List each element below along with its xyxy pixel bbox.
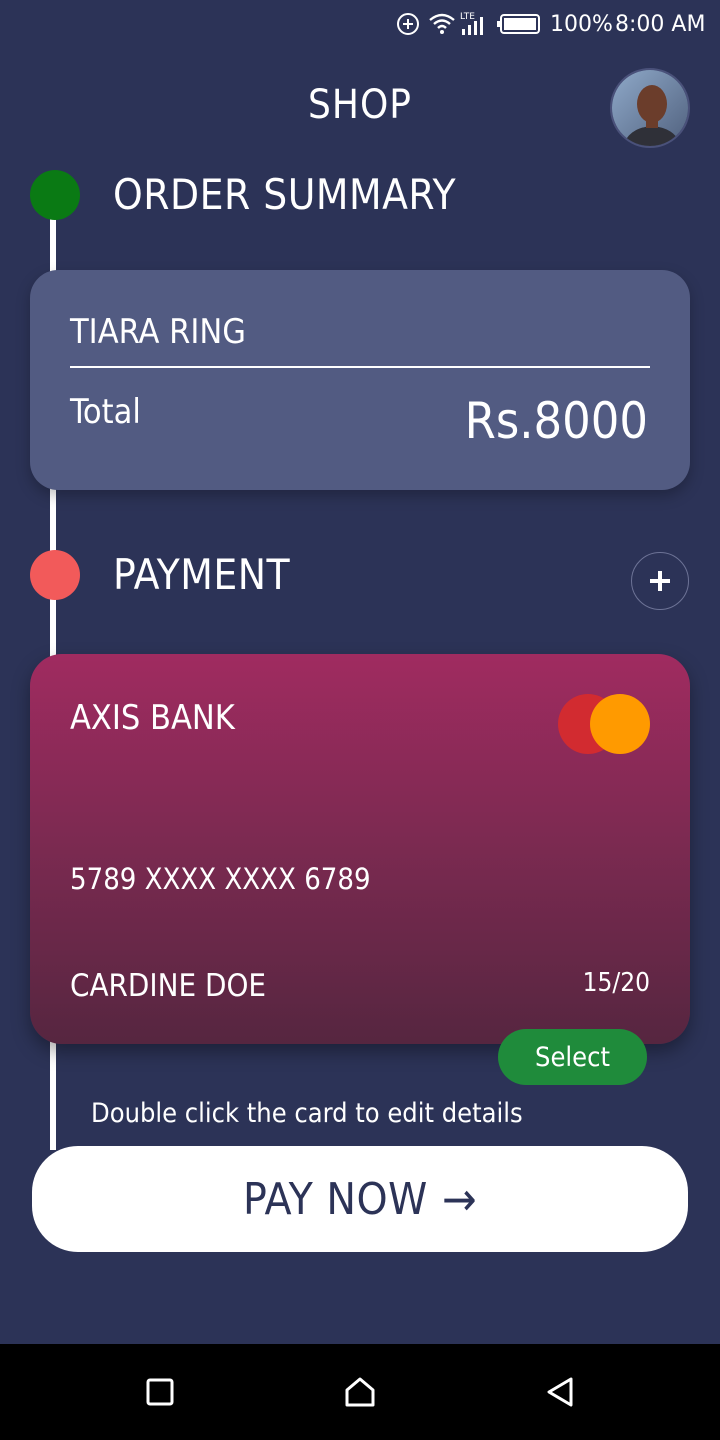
battery-icon [496, 10, 542, 38]
add-card-button[interactable] [631, 552, 689, 610]
order-summary-title: ORDER SUMMARY [113, 170, 457, 219]
clock: 8:00 AM [615, 11, 706, 37]
divider [70, 366, 650, 368]
pay-now-label: PAY NOW [242, 1173, 428, 1225]
select-card-button[interactable]: Select [498, 1029, 647, 1085]
payment-card[interactable]: AXIS BANK 5789 XXXX XXXX 6789 CARDINE DO… [30, 654, 690, 1044]
total-label: Total [70, 392, 141, 432]
timeline-line [50, 1040, 56, 1150]
user-avatar[interactable] [610, 68, 690, 148]
card-expiry: 15/20 [582, 968, 650, 998]
recents-square-icon[interactable] [140, 1372, 180, 1412]
pay-now-button[interactable]: PAY NOW → [32, 1146, 688, 1252]
edit-hint: Double click the card to edit details [91, 1098, 523, 1129]
timeline-line [50, 488, 56, 556]
card-holder: CARDINE DOE [70, 968, 267, 1004]
bank-name: AXIS BANK [70, 698, 235, 738]
card-number: 5789 XXXX XXXX 6789 [70, 862, 371, 896]
network-label: LTE [460, 12, 475, 22]
plus-icon [650, 571, 670, 591]
home-icon[interactable] [340, 1372, 380, 1412]
back-triangle-icon[interactable] [540, 1372, 580, 1412]
timeline-line [50, 215, 56, 273]
data-saver-icon [396, 10, 420, 38]
timeline-line [50, 596, 56, 658]
battery-percent: 100% [550, 11, 613, 37]
order-summary-card: TIARA RING Total Rs.8000 [30, 270, 690, 490]
status-bar: LTE 100% 8:00 AM [0, 0, 720, 48]
item-name: TIARA RING [70, 312, 246, 352]
cell-signal-icon: LTE [458, 10, 490, 38]
payment-step-dot [30, 550, 80, 600]
order-summary-step-dot [30, 170, 80, 220]
mastercard-logo [558, 694, 650, 754]
arrow-right-icon: → [441, 1172, 478, 1226]
system-nav-bar [0, 1344, 720, 1440]
total-value: Rs.8000 [464, 392, 648, 450]
payment-title: PAYMENT [113, 550, 291, 599]
wifi-icon [428, 10, 456, 38]
